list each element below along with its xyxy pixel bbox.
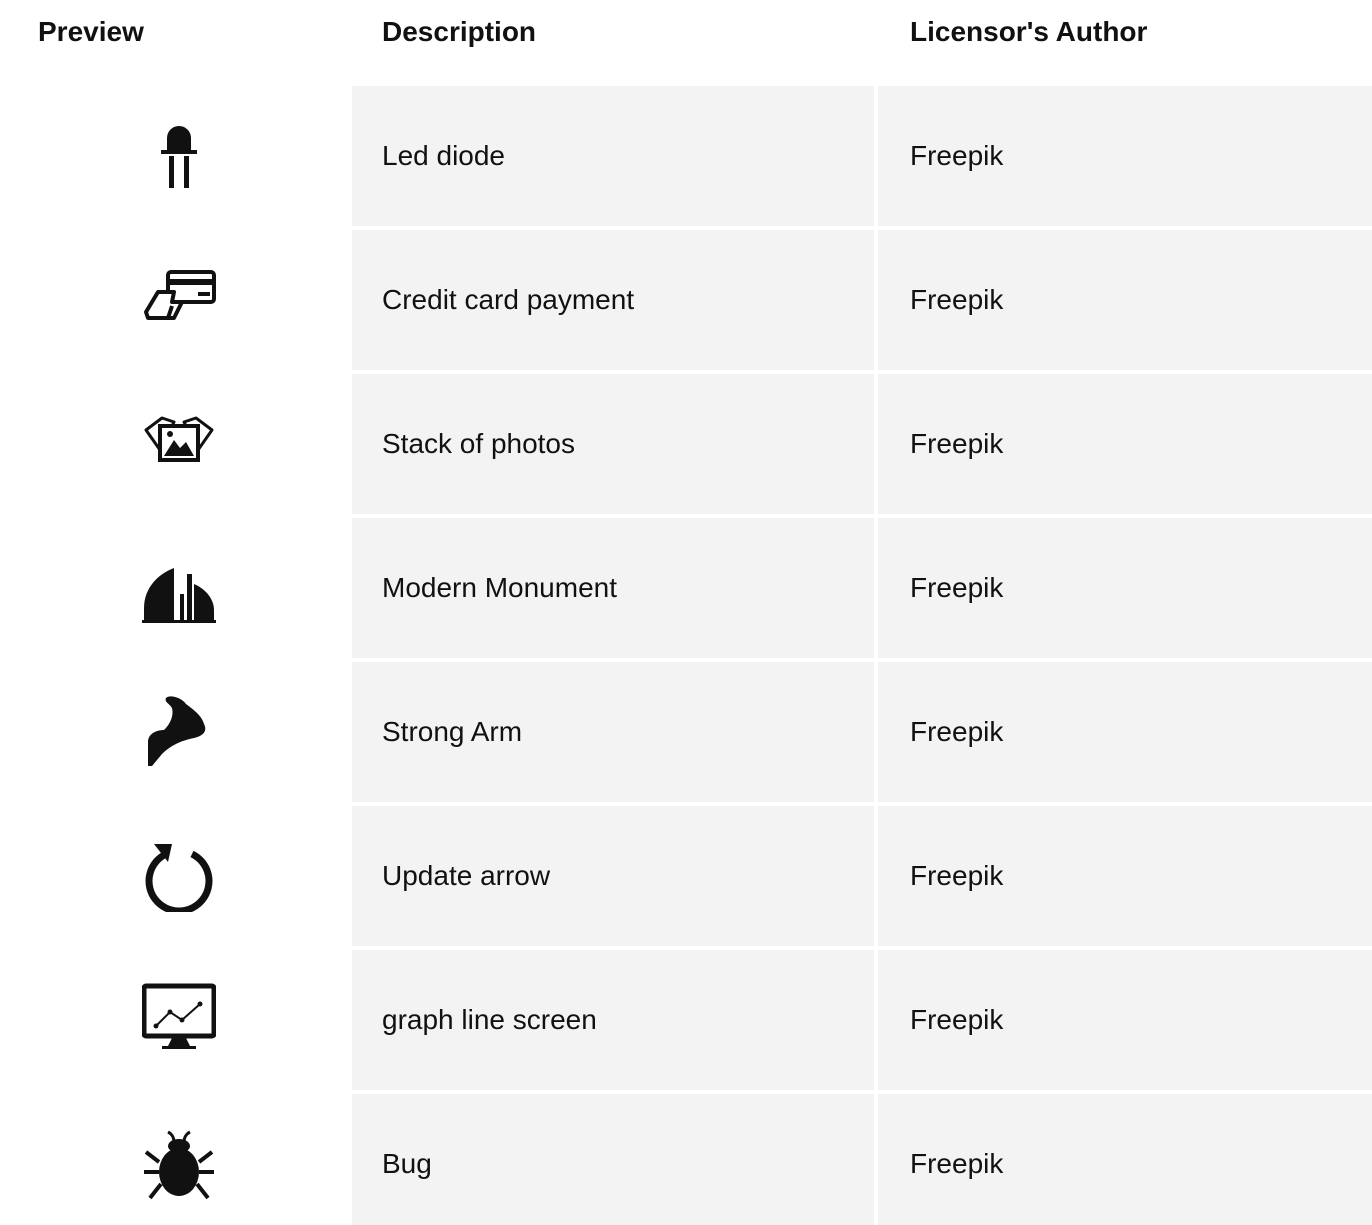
table-row: Credit card payment Freepik: [0, 230, 1372, 370]
credit-card-payment-icon: [142, 262, 216, 336]
update-arrow-icon: [142, 838, 216, 912]
preview-cell: [0, 230, 352, 370]
description-cell: Stack of photos: [352, 374, 874, 514]
table-row: Stack of photos Freepik: [0, 374, 1372, 514]
preview-cell: [0, 806, 352, 946]
table-body: Led diode Freepik Credit card payment Fr…: [0, 86, 1372, 1225]
table-row: Bug Freepik: [0, 1094, 1372, 1225]
stack-of-photos-icon: [142, 406, 216, 480]
description-cell: Modern Monument: [352, 518, 874, 658]
description-text: Strong Arm: [382, 716, 523, 747]
description-text: Bug: [382, 1148, 432, 1179]
author-text: Freepik: [910, 860, 1004, 891]
author-cell: Freepik: [878, 518, 1372, 658]
preview-cell: [0, 662, 352, 802]
author-text: Freepik: [910, 1004, 1004, 1035]
author-cell: Freepik: [878, 806, 1372, 946]
author-cell: Freepik: [878, 950, 1372, 1090]
description-text: Led diode: [382, 140, 506, 171]
author-cell: Freepik: [878, 230, 1372, 370]
description-text: Update arrow: [382, 860, 551, 891]
preview-cell: [0, 950, 352, 1090]
graph-line-screen-icon: [142, 982, 216, 1056]
description-cell: Led diode: [352, 86, 874, 226]
description-text: Credit card payment: [382, 284, 635, 315]
author-cell: Freepik: [878, 374, 1372, 514]
author-text: Freepik: [910, 140, 1004, 171]
bug-icon: [142, 1126, 216, 1200]
table-header-row: Preview Description Licensor's Author: [0, 0, 1372, 64]
author-text: Freepik: [910, 572, 1004, 603]
description-cell: Update arrow: [352, 806, 874, 946]
description-text: graph line screen: [382, 1004, 597, 1035]
author-text: Freepik: [910, 428, 1004, 459]
table-row: Modern Monument Freepik: [0, 518, 1372, 658]
led-diode-icon: [142, 118, 216, 192]
description-cell: graph line screen: [352, 950, 874, 1090]
author-cell: Freepik: [878, 86, 1372, 226]
table-row: graph line screen Freepik: [0, 950, 1372, 1090]
preview-cell: [0, 518, 352, 658]
description-cell: Strong Arm: [352, 662, 874, 802]
attribution-table: Preview Description Licensor's Author Le…: [0, 0, 1372, 1225]
preview-cell: [0, 86, 352, 226]
description-text: Modern Monument: [382, 572, 618, 603]
modern-monument-icon: [142, 550, 216, 624]
description-text: Stack of photos: [382, 428, 576, 459]
author-cell: Freepik: [878, 662, 1372, 802]
description-cell: Credit card payment: [352, 230, 874, 370]
author-cell: Freepik: [878, 1094, 1372, 1225]
table-row: Update arrow Freepik: [0, 806, 1372, 946]
strong-arm-icon: [142, 694, 216, 768]
preview-cell: [0, 374, 352, 514]
description-cell: Bug: [352, 1094, 874, 1225]
header-author: Licensor's Author: [910, 16, 1148, 47]
author-text: Freepik: [910, 1148, 1004, 1179]
table-row: Strong Arm Freepik: [0, 662, 1372, 802]
header-preview: Preview: [38, 16, 144, 47]
header-description: Description: [382, 16, 537, 47]
author-text: Freepik: [910, 284, 1004, 315]
preview-cell: [0, 1094, 352, 1225]
author-text: Freepik: [910, 716, 1004, 747]
table-row: Led diode Freepik: [0, 86, 1372, 226]
